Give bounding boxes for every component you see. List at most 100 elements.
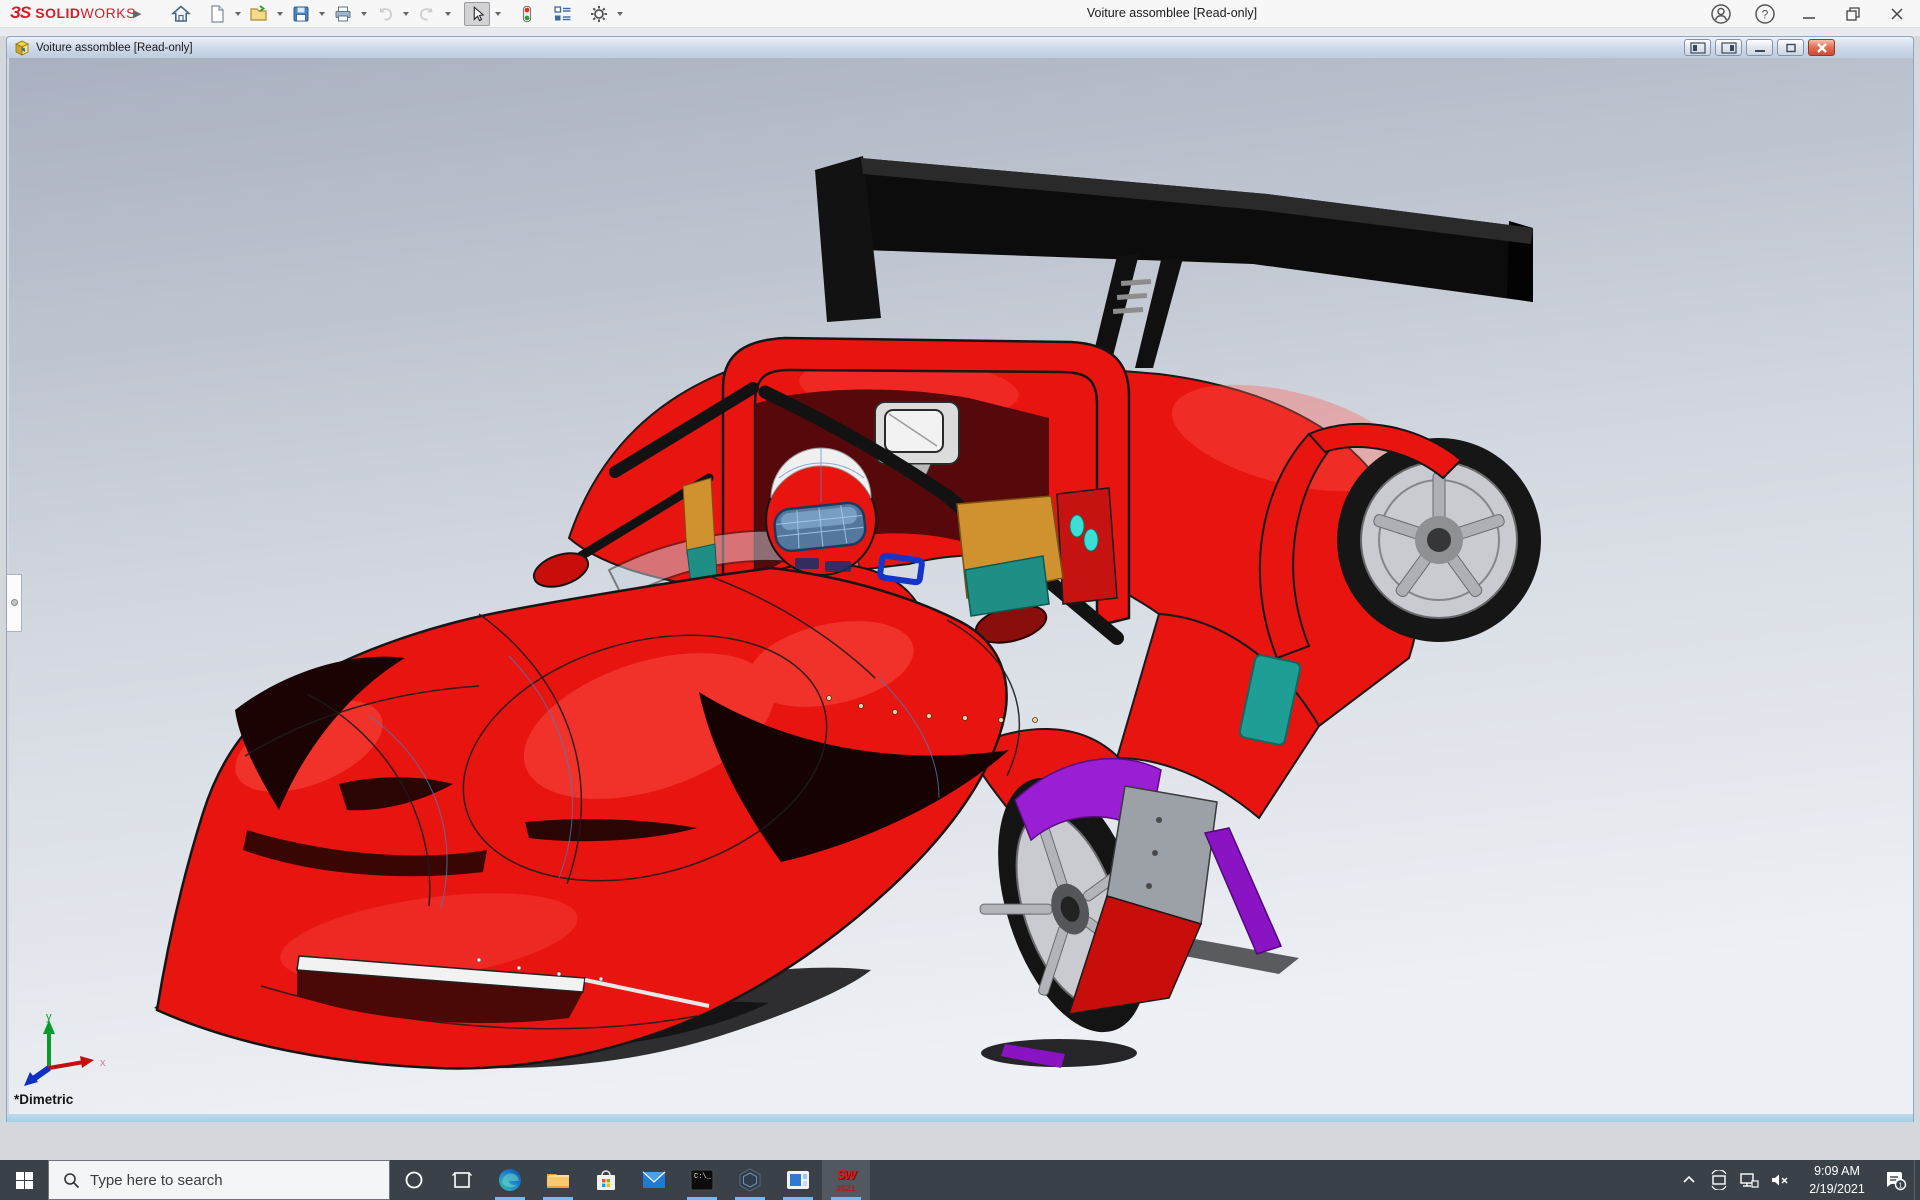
taskbar-app-remote-desktop[interactable] xyxy=(774,1160,822,1200)
open-button[interactable] xyxy=(246,2,272,26)
solidworks-app-icon: SW 2021 xyxy=(837,1167,856,1193)
doc-close-button[interactable] xyxy=(1808,39,1835,56)
home-button[interactable] xyxy=(168,2,194,26)
viewport-ground-strip xyxy=(6,1114,1914,1122)
wireless-display-icon xyxy=(1709,1170,1729,1190)
doc-minimize-icon xyxy=(1752,42,1768,54)
clock-date: 2/19/2021 xyxy=(1802,1180,1872,1198)
traffic-light-icon xyxy=(518,4,536,24)
document-titlebar[interactable]: Voiture assomblee [Read-only] xyxy=(6,36,1914,58)
select-tool-dropdown[interactable] xyxy=(495,12,501,16)
tray-clock[interactable]: 9:09 AM 2/19/2021 xyxy=(1802,1162,1872,1198)
print-button[interactable] xyxy=(330,2,356,26)
brand-works: WORKS xyxy=(81,5,136,21)
help-icon: ? xyxy=(1754,3,1776,25)
app-window-title: Voiture assomblee [Read-only] xyxy=(1087,6,1257,20)
speaker-muted-icon xyxy=(1769,1170,1789,1190)
triad-x-label: x xyxy=(100,1057,106,1069)
pane-right-icon xyxy=(1721,42,1737,54)
orientation-triad: y x xyxy=(18,1008,114,1094)
taskbar-app-command-prompt[interactable]: C:\_ xyxy=(678,1160,726,1200)
taskbar-app-store[interactable] xyxy=(582,1160,630,1200)
undo-button[interactable] xyxy=(372,2,398,26)
rebuild-button[interactable] xyxy=(514,2,540,26)
solidworks-logo: ЗS SOLID WORKS xyxy=(10,3,136,23)
properties-button[interactable] xyxy=(550,2,576,26)
race-car-model[interactable] xyxy=(7,58,1914,1114)
options-button[interactable] xyxy=(586,2,612,26)
menu-expand-arrow-icon[interactable]: ▶ xyxy=(133,7,141,20)
tray-chevron-button[interactable] xyxy=(1674,1160,1704,1200)
tray-cast-button[interactable] xyxy=(1704,1160,1734,1200)
tray-network-button[interactable] xyxy=(1734,1160,1764,1200)
ethernet-icon xyxy=(1739,1170,1759,1190)
window-frame-strip xyxy=(0,28,1920,36)
edge-icon xyxy=(497,1167,523,1193)
save-button[interactable] xyxy=(288,2,314,26)
mail-icon xyxy=(641,1167,667,1193)
close-icon xyxy=(1889,6,1905,22)
start-button[interactable] xyxy=(0,1160,48,1200)
graphics-viewport[interactable] xyxy=(6,58,1914,1114)
new-document-button[interactable] xyxy=(204,2,230,26)
brand-mark: ЗS xyxy=(10,3,30,23)
chevron-up-icon xyxy=(1681,1172,1697,1188)
open-dropdown[interactable] xyxy=(277,12,283,16)
print-dropdown[interactable] xyxy=(361,12,367,16)
doc-minimize-button[interactable] xyxy=(1746,39,1773,56)
command-prompt-icon: C:\_ xyxy=(689,1167,715,1193)
assembly-document-icon xyxy=(13,39,31,57)
undo-dropdown[interactable] xyxy=(403,12,409,16)
show-desktop-button[interactable] xyxy=(1914,1160,1920,1200)
pane-right-button[interactable] xyxy=(1715,39,1742,56)
search-icon xyxy=(63,1172,80,1189)
user-account-icon xyxy=(1710,3,1732,25)
doc-restore-button[interactable] xyxy=(1777,39,1804,56)
svg-text:C:\_: C:\_ xyxy=(694,1173,712,1181)
redo-button[interactable] xyxy=(414,2,440,26)
minimize-button[interactable] xyxy=(1794,1,1824,27)
help-button[interactable]: ? xyxy=(1750,1,1780,27)
properties-list-icon xyxy=(553,4,573,24)
feature-manager-collapsed-tab[interactable] xyxy=(7,574,22,632)
view-orientation-label: *Dimetric xyxy=(14,1092,73,1107)
tray-volume-button[interactable] xyxy=(1764,1160,1794,1200)
cursor-arrow-icon xyxy=(468,5,486,23)
taskbar-app-mail[interactable] xyxy=(630,1160,678,1200)
close-button[interactable] xyxy=(1882,1,1912,27)
save-floppy-icon xyxy=(291,4,311,24)
open-folder-icon xyxy=(249,4,269,24)
file-explorer-icon xyxy=(545,1167,571,1193)
undo-icon xyxy=(375,4,395,24)
pane-left-icon xyxy=(1690,42,1706,54)
options-dropdown[interactable] xyxy=(617,12,623,16)
window-bottom-frame xyxy=(0,1122,1920,1160)
select-tool-button[interactable] xyxy=(464,2,490,26)
taskbar-app-solidworks[interactable]: SW 2021 xyxy=(822,1160,870,1200)
print-icon xyxy=(333,4,353,24)
task-view-button[interactable] xyxy=(438,1160,486,1200)
taskbar-search[interactable] xyxy=(48,1160,390,1200)
pane-left-button[interactable] xyxy=(1684,39,1711,56)
redo-icon xyxy=(417,4,437,24)
new-document-icon xyxy=(207,4,227,24)
cortana-icon xyxy=(404,1170,424,1190)
taskbar-app-edge[interactable] xyxy=(486,1160,534,1200)
task-view-icon xyxy=(452,1170,472,1190)
action-center-button[interactable]: 1 xyxy=(1880,1160,1910,1200)
notification-badge: 1 xyxy=(1898,1180,1902,1189)
svg-text:?: ? xyxy=(1762,8,1769,22)
new-document-dropdown[interactable] xyxy=(235,12,241,16)
taskbar-app-edrawings[interactable] xyxy=(726,1160,774,1200)
taskbar-app-file-explorer[interactable] xyxy=(534,1160,582,1200)
minimize-icon xyxy=(1801,6,1817,22)
visor xyxy=(773,501,867,552)
account-button[interactable] xyxy=(1706,1,1736,27)
restore-button[interactable] xyxy=(1838,1,1868,27)
save-dropdown[interactable] xyxy=(319,12,325,16)
redo-dropdown[interactable] xyxy=(445,12,451,16)
gear-icon xyxy=(589,4,609,24)
cortana-button[interactable] xyxy=(390,1160,438,1200)
doc-close-icon xyxy=(1814,42,1830,54)
search-input[interactable] xyxy=(90,1172,350,1189)
